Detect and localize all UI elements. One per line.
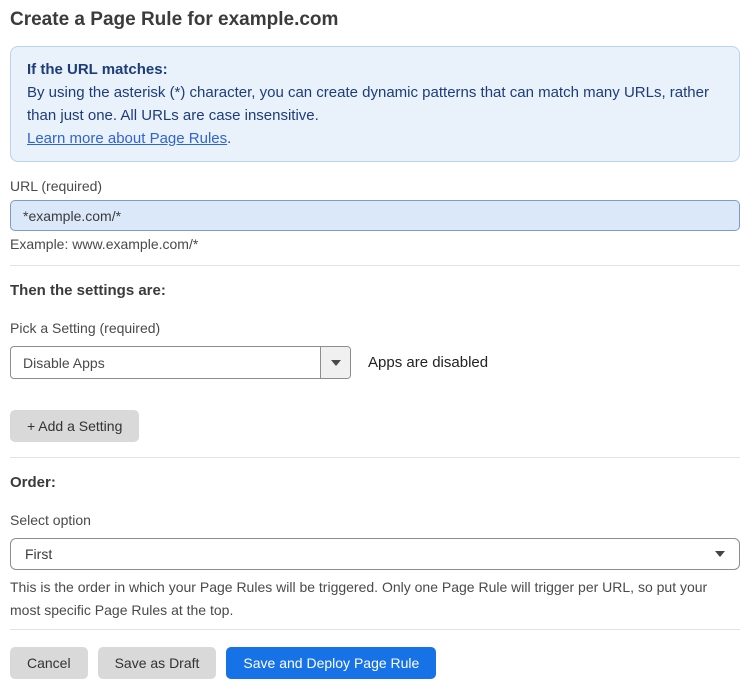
save-and-deploy-button[interactable]: Save and Deploy Page Rule — [226, 647, 437, 679]
divider — [10, 629, 740, 630]
chevron-down-icon — [715, 551, 725, 557]
info-box-body: By using the asterisk (*) character, you… — [27, 84, 709, 124]
setting-dropdown-value: Disable Apps — [23, 354, 105, 371]
settings-section-heading: Then the settings are: — [10, 282, 166, 299]
page-title: Create a Page Rule for example.com — [10, 9, 339, 30]
link-suffix: . — [227, 130, 232, 147]
order-dropdown[interactable]: First — [10, 538, 740, 570]
pick-setting-label: Pick a Setting (required) — [10, 320, 161, 336]
save-as-draft-button[interactable]: Save as Draft — [97, 647, 217, 679]
order-dropdown-value: First — [25, 546, 53, 562]
url-input[interactable] — [10, 200, 740, 231]
learn-more-link[interactable]: Learn more about Page Rules — [27, 130, 227, 147]
order-description-text: This is the order in which your Page Rul… — [10, 579, 708, 618]
url-example-text: Example: www.example.com/* — [10, 236, 199, 252]
url-field-label: URL (required) — [10, 178, 103, 194]
info-box-heading: If the URL matches: — [27, 61, 168, 78]
order-section-heading: Order: — [10, 474, 56, 491]
page-rule-form: Create a Page Rule for example.com If th… — [0, 0, 750, 689]
divider — [10, 457, 740, 458]
setting-dropdown-arrow-button[interactable] — [320, 347, 350, 378]
setting-dropdown[interactable]: Disable Apps — [10, 346, 351, 379]
url-match-info-box: If the URL matches: By using the asteris… — [10, 46, 740, 162]
setting-status-text: Apps are disabled — [368, 354, 489, 371]
divider — [10, 265, 740, 266]
setting-row: Disable Apps Apps are disabled — [10, 346, 740, 379]
info-box-link-line: Learn more about Page Rules. — [27, 127, 723, 150]
order-select-label: Select option — [10, 512, 91, 528]
footer-buttons: Cancel Save as Draft Save and Deploy Pag… — [10, 647, 740, 679]
chevron-down-icon — [330, 359, 341, 366]
cancel-button[interactable]: Cancel — [10, 647, 88, 679]
add-setting-button[interactable]: + Add a Setting — [10, 410, 140, 442]
